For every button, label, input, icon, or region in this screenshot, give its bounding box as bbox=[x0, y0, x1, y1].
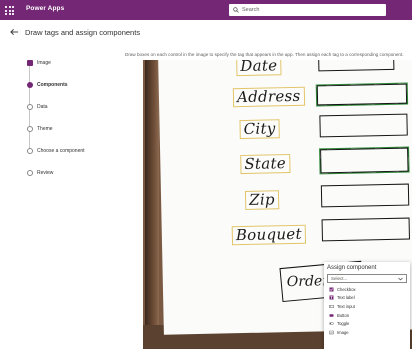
step-label: Review bbox=[37, 170, 54, 176]
chevron-down-icon bbox=[398, 277, 403, 280]
tag-date[interactable]: Date bbox=[236, 60, 282, 77]
app-name: Power Apps bbox=[26, 5, 65, 12]
option-checkbox[interactable]: Checkbox bbox=[327, 285, 407, 294]
search-box[interactable]: Search bbox=[229, 4, 386, 16]
notebook-binding bbox=[145, 60, 159, 349]
option-image[interactable]: Image bbox=[327, 328, 407, 337]
tag-order[interactable]: Order bbox=[287, 273, 329, 290]
drawn-input-bouquet[interactable] bbox=[321, 217, 410, 242]
image-icon bbox=[329, 330, 334, 334]
option-toggle[interactable]: Toggle bbox=[327, 319, 407, 328]
step-image[interactable]: Image bbox=[20, 52, 120, 74]
option-label: Image bbox=[337, 329, 349, 335]
page-title: Draw tags and assign components bbox=[25, 28, 141, 37]
search-icon bbox=[233, 7, 239, 13]
step-components[interactable]: Components bbox=[20, 74, 120, 96]
step-label: Data bbox=[37, 104, 48, 110]
text-label-icon bbox=[329, 295, 334, 300]
step-label: Image bbox=[37, 60, 51, 66]
assign-component-title: Assign component bbox=[327, 265, 377, 271]
checkbox-icon bbox=[329, 287, 334, 292]
step-current-icon bbox=[27, 82, 33, 88]
component-dropdown[interactable]: Select... bbox=[327, 274, 407, 283]
instruction-text: Draw boxes on each control in the image … bbox=[125, 52, 404, 57]
option-text-input[interactable]: Text input bbox=[327, 302, 407, 311]
toggle-icon bbox=[329, 322, 334, 325]
option-button[interactable]: Button bbox=[327, 311, 407, 320]
assign-component-panel: Assign component Select... Checkbox Text… bbox=[324, 262, 410, 349]
tag-state[interactable]: State bbox=[240, 154, 291, 175]
step-label: Theme bbox=[37, 126, 53, 132]
step-pending-icon bbox=[27, 170, 33, 176]
dropdown-value: Select... bbox=[331, 276, 348, 281]
step-pending-icon bbox=[27, 126, 33, 132]
step-complete-icon bbox=[27, 60, 33, 66]
option-label: Text label bbox=[337, 295, 355, 301]
search-placeholder: Search bbox=[242, 7, 260, 13]
step-label: Components bbox=[37, 82, 68, 88]
step-review[interactable]: Review bbox=[20, 162, 120, 184]
option-label: Text input bbox=[337, 303, 355, 309]
step-data[interactable]: Data bbox=[20, 96, 120, 118]
step-pending-icon bbox=[27, 148, 33, 154]
tag-bouquet[interactable]: Bouquet bbox=[231, 224, 307, 246]
drawn-input-date[interactable] bbox=[318, 60, 395, 72]
step-pending-icon bbox=[27, 104, 33, 110]
option-label: Button bbox=[337, 312, 350, 318]
text-input-icon bbox=[329, 304, 334, 308]
wizard-steps: Image Components Data Theme Choose a com… bbox=[20, 52, 120, 184]
step-label: Choose a component bbox=[37, 148, 85, 154]
step-choose-component[interactable]: Choose a component bbox=[20, 140, 120, 162]
option-label: Checkbox bbox=[337, 286, 356, 292]
component-options: Checkbox Text label Text input Button To… bbox=[327, 285, 407, 337]
drawn-input-zip[interactable] bbox=[320, 183, 410, 208]
step-theme[interactable]: Theme bbox=[20, 118, 120, 140]
drawn-input-city[interactable] bbox=[319, 113, 408, 138]
app-launcher-icon[interactable] bbox=[5, 6, 14, 15]
drawn-input-state[interactable] bbox=[320, 147, 409, 174]
tag-city[interactable]: City bbox=[239, 119, 280, 140]
option-label: Toggle bbox=[337, 321, 350, 327]
back-arrow-icon[interactable] bbox=[10, 28, 19, 36]
app-header: Power Apps Search bbox=[0, 0, 412, 20]
option-text-label[interactable]: Text label bbox=[327, 294, 407, 303]
button-icon bbox=[329, 313, 334, 317]
tag-zip[interactable]: Zip bbox=[244, 190, 280, 210]
tag-address[interactable]: Address bbox=[232, 86, 305, 108]
drawn-input-address[interactable] bbox=[316, 83, 408, 106]
